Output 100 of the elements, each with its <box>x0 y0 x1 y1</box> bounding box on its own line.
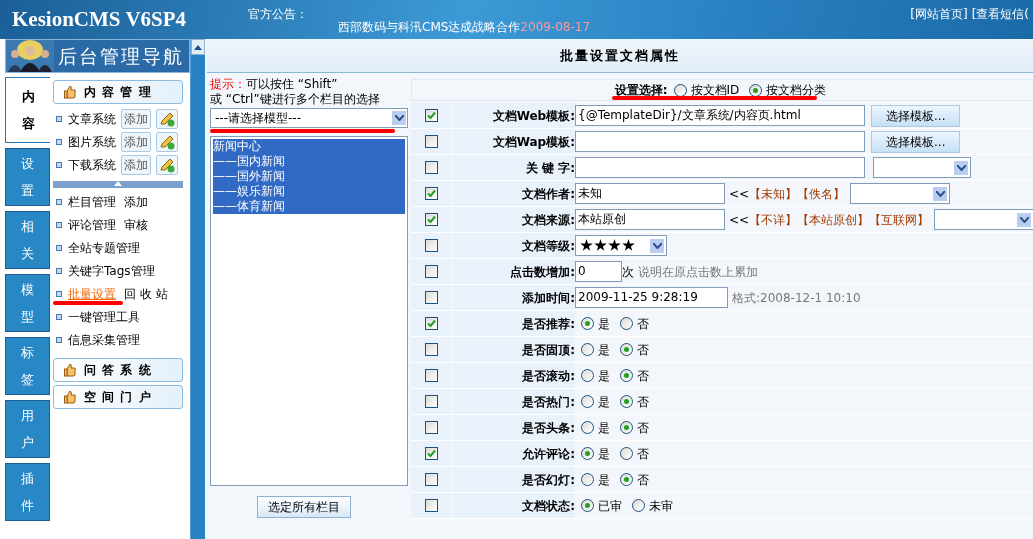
add-button[interactable]: 添加 <box>121 108 151 129</box>
quick-link[interactable]: 【佚名】 <box>797 184 846 203</box>
checkbox[interactable] <box>424 369 438 382</box>
menu-item[interactable]: 评论管理 <box>68 215 116 234</box>
select-field[interactable] <box>850 183 951 204</box>
checkbox[interactable] <box>424 317 438 330</box>
menu-item[interactable]: 回 收 站 <box>124 284 168 303</box>
edit-button[interactable] <box>156 131 178 152</box>
radio-button[interactable] <box>620 473 633 486</box>
edit-button[interactable] <box>156 154 178 175</box>
checkbox[interactable] <box>424 161 438 174</box>
category-listbox[interactable]: 新闻中心 ——国内新闻 ——国外新闻 ——娱乐新闻 ——体育新闻 <box>210 136 408 486</box>
menu-item[interactable]: 审核 <box>124 215 148 234</box>
select-field[interactable] <box>873 157 971 178</box>
checkbox[interactable] <box>424 447 438 460</box>
header-link[interactable]: [查看短信( <box>971 5 1029 39</box>
checkbox[interactable] <box>424 213 438 226</box>
field-label: 是否推荐: <box>522 315 575 333</box>
radio-button[interactable] <box>581 421 594 434</box>
section-header-button[interactable]: 内 容 管 理 <box>53 80 183 104</box>
thumb-icon <box>64 363 76 377</box>
edit-button[interactable] <box>156 108 178 129</box>
text-field[interactable] <box>575 157 865 178</box>
number-field[interactable]: 0 <box>575 261 622 282</box>
notice-text[interactable]: 西部数码与科汛CMS达成战略合作2009-08-17 <box>338 0 591 39</box>
nav-tab[interactable]: 标签 <box>5 337 50 395</box>
select-field[interactable] <box>934 209 1033 230</box>
radio-button[interactable] <box>581 447 594 460</box>
menu-item[interactable]: 添加 <box>124 192 148 211</box>
text-field[interactable]: 未知 <box>575 183 725 204</box>
radio-label: 是 <box>598 419 610 437</box>
quick-link[interactable]: 【互联网】 <box>869 210 930 229</box>
checkbox[interactable] <box>424 291 438 304</box>
radio-button[interactable] <box>632 499 645 512</box>
section-header-button[interactable]: 问 答 系 统 <box>53 358 183 382</box>
hint-text: 提示：可以按住 “Shift” 或 “Ctrl”键进行多个栏目的选择 <box>210 77 381 107</box>
radio-button[interactable] <box>581 343 594 356</box>
text-field[interactable]: {@TemplateDir}/文章系统/内容页.html <box>575 105 865 126</box>
radio-button[interactable] <box>620 343 633 356</box>
radio-button[interactable] <box>581 317 594 330</box>
radio-button[interactable] <box>620 395 633 408</box>
checkbox[interactable] <box>424 187 438 200</box>
choose-template-button[interactable]: 选择模板... <box>871 130 961 153</box>
list-item[interactable]: ——国内新闻 <box>213 154 405 169</box>
nav-tab[interactable]: 用户 <box>5 400 50 458</box>
menu-item[interactable]: 一键管理工具 <box>68 307 140 326</box>
add-button[interactable]: 添加 <box>121 154 151 175</box>
quick-link[interactable]: 【未知】 <box>749 184 798 203</box>
choose-template-button[interactable]: 选择模板... <box>871 104 961 127</box>
quick-link[interactable]: 【不详】 <box>749 210 798 229</box>
nav-tab[interactable]: 内容 <box>5 77 50 143</box>
radio-button[interactable] <box>581 395 594 408</box>
nav-tab[interactable]: 模型 <box>5 274 50 332</box>
nav-tab[interactable]: 设置 <box>5 148 50 206</box>
add-button[interactable]: 添加 <box>121 131 151 152</box>
menu-item[interactable]: 栏目管理 <box>68 192 116 211</box>
checkbox[interactable] <box>424 343 438 356</box>
text-field[interactable]: 本站原创 <box>575 209 725 230</box>
checkbox[interactable] <box>424 135 438 148</box>
nav-tab[interactable]: 插件 <box>5 463 50 521</box>
menu-item[interactable]: 下载系统 <box>68 155 116 174</box>
radio-button[interactable] <box>581 473 594 486</box>
list-item[interactable]: 新闻中心 <box>213 139 405 154</box>
menu-item[interactable]: 全站专题管理 <box>68 238 140 257</box>
checkbox[interactable] <box>424 239 438 252</box>
list-item[interactable]: ——国外新闻 <box>213 169 405 184</box>
checkbox[interactable] <box>424 421 438 434</box>
radio-label: 是 <box>598 393 610 411</box>
list-item[interactable]: ——娱乐新闻 <box>213 184 405 199</box>
nav-tab[interactable]: 相关 <box>5 211 50 269</box>
radio-button[interactable] <box>749 83 763 97</box>
bullet-icon <box>56 336 62 343</box>
checkbox[interactable] <box>424 395 438 408</box>
radio-button[interactable] <box>673 83 687 97</box>
rating-select[interactable] <box>575 235 667 256</box>
radio-button[interactable] <box>620 421 633 434</box>
menu-item[interactable]: 文章系统 <box>68 109 116 128</box>
header-link[interactable]: [网站首页] <box>910 5 968 39</box>
checkbox[interactable] <box>424 265 438 278</box>
menu-item[interactable]: 信息采集管理 <box>68 330 140 349</box>
list-item[interactable]: ——体育新闻 <box>213 199 405 214</box>
radio-button[interactable] <box>581 369 594 382</box>
field-label: 是否幻灯: <box>522 471 575 489</box>
scrollbar[interactable] <box>190 39 205 539</box>
quick-link[interactable]: 【本站原创】 <box>797 210 870 229</box>
text-field[interactable] <box>575 131 865 152</box>
section-header-button[interactable]: 空 间 门 户 <box>53 385 183 409</box>
radio-button[interactable] <box>620 447 633 460</box>
up-arrow-icon[interactable] <box>194 44 202 50</box>
radio-button[interactable] <box>581 499 594 512</box>
select-all-button[interactable]: 选定所有栏目 <box>257 496 351 518</box>
menu-item[interactable]: 图片系统 <box>68 132 116 151</box>
menu-item[interactable]: 关键字Tags管理 <box>68 261 155 280</box>
checkbox[interactable] <box>424 473 438 486</box>
model-select[interactable]: ---请选择模型--- <box>210 108 408 128</box>
radio-button[interactable] <box>620 317 633 330</box>
checkbox[interactable] <box>424 499 438 512</box>
date-field[interactable]: 2009-11-25 9:28:19 <box>575 287 728 308</box>
checkbox[interactable] <box>424 109 438 122</box>
radio-button[interactable] <box>620 369 633 382</box>
